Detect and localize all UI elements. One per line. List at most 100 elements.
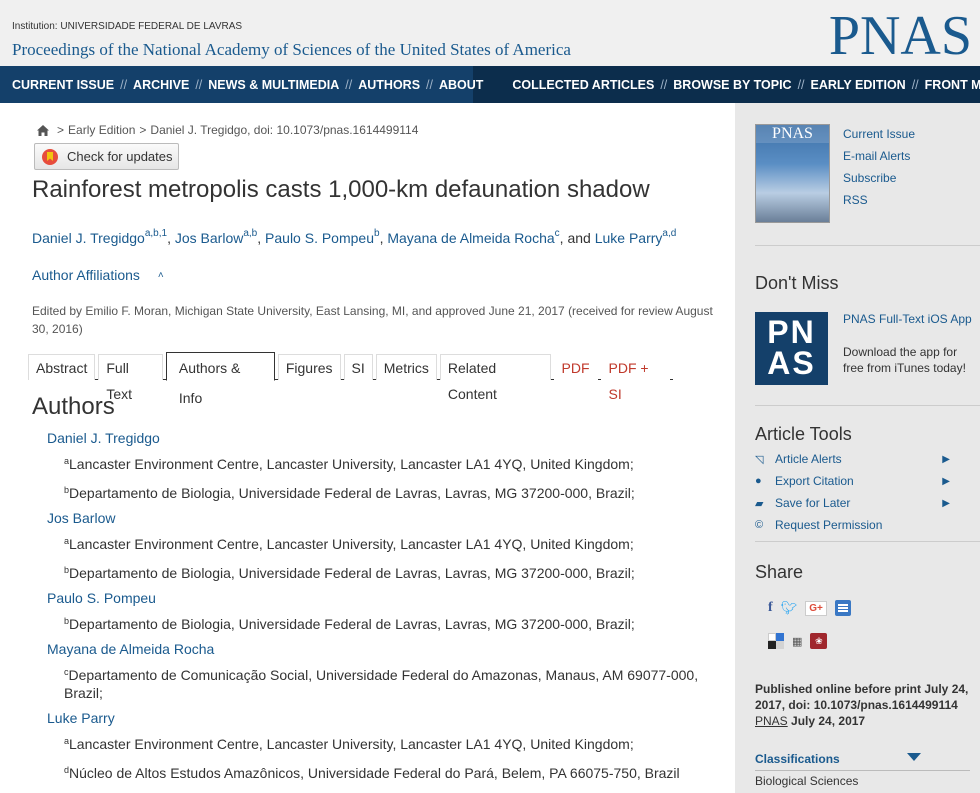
pub-line: Published online before print July 24, 2…: [755, 682, 969, 712]
main-nav: CURRENT ISSUE // ARCHIVE // NEWS & MULTIMEDI…: [0, 66, 980, 103]
tab-full-text[interactable]: Full Text: [98, 354, 163, 402]
nav-item-collected-articles[interactable]: COLLECTED ARTICLES: [512, 78, 654, 92]
tab-metrics[interactable]: Metrics: [375, 354, 437, 380]
tab-authors-info[interactable]: Authors & Info: [165, 352, 275, 406]
delicious-icon[interactable]: [768, 633, 784, 649]
nav-item-news-multimedia[interactable]: NEWS & MULTIMEDIA: [208, 78, 339, 92]
mendeley-icon[interactable]: ❀: [810, 633, 828, 649]
digg-icon[interactable]: ▦: [792, 635, 802, 648]
list-icon[interactable]: [834, 600, 851, 616]
author-link[interactable]: Luke Parry: [595, 230, 663, 246]
tool-article-alerts[interactable]: ◹ Article Alerts ▶: [755, 452, 950, 466]
chevron-down-icon[interactable]: [907, 753, 921, 761]
affiliation-text: Departamento de Biologia, Universidade F…: [69, 565, 635, 581]
author-link[interactable]: Mayana de Almeida Rocha: [387, 230, 554, 246]
tab-figures[interactable]: Figures: [277, 354, 341, 380]
classifications-heading[interactable]: Classifications: [755, 752, 840, 766]
affiliation: bDepartamento de Biologia, Universidade …: [47, 612, 717, 633]
breadcrumb-article: Daniel J. Tregidgo, doi: 10.1073/pnas.16…: [150, 123, 419, 137]
author-link[interactable]: Paulo S. Pompeu: [265, 230, 374, 246]
article-tools-heading: Article Tools: [755, 424, 852, 444]
nav-item-browse-by-topic[interactable]: BROWSE BY TOPIC: [673, 78, 791, 92]
main-content: > Early Edition > Daniel J. Tregidgo, do…: [0, 103, 735, 793]
tool-save-for-later[interactable]: ▰ Save for Later ▶: [755, 496, 950, 510]
affiliation: bDepartamento de Biologia, Universidade …: [47, 561, 717, 582]
chevron-right-icon[interactable]: ▶: [942, 476, 950, 487]
affiliations-label: Author Affiliations: [32, 267, 140, 283]
journal-cover-image[interactable]: PNAS: [755, 124, 830, 223]
google-plus-icon[interactable]: G+: [805, 600, 827, 616]
nav-item-archive[interactable]: ARCHIVE: [133, 78, 189, 92]
tab-abstract[interactable]: Abstract: [28, 354, 96, 380]
edited-by-note: Edited by Emilio F. Moran, Michigan Stat…: [32, 304, 713, 336]
tab-pdf-si[interactable]: PDF + SI: [600, 354, 670, 402]
nav-separator: //: [345, 77, 353, 92]
author-affil-sup[interactable]: a,b: [243, 228, 257, 239]
author-separator: , and: [559, 230, 595, 246]
tool-export-citation[interactable]: ● Export Citation ▶: [755, 474, 950, 488]
journal-links: Current Issue E-mail Alerts Subscribe RS…: [843, 123, 915, 211]
author-name-link[interactable]: Jos Barlow: [47, 510, 717, 532]
pnas-app-link[interactable]: PNAS Full-Text iOS App: [843, 311, 973, 327]
link-current-issue[interactable]: Current Issue: [843, 123, 915, 145]
author-name-link[interactable]: Paulo S. Pompeu: [47, 590, 717, 612]
nav-item-about[interactable]: ABOUT: [439, 78, 483, 92]
author-name-link[interactable]: Mayana de Almeida Rocha: [47, 641, 717, 663]
author-link[interactable]: Jos Barlow: [175, 230, 243, 246]
nav-separator: //: [120, 77, 128, 92]
pnas-logo[interactable]: PNAS: [829, 8, 972, 64]
check-for-updates-label: Check for updates: [67, 149, 173, 164]
affiliation-text: Núcleo de Altos Estudos Amazônicos, Univ…: [69, 765, 680, 781]
breadcrumb-early-edition[interactable]: Early Edition: [68, 123, 135, 137]
author-affil-sup[interactable]: a,b,1: [145, 228, 167, 239]
author-link[interactable]: Daniel J. Tregidgo: [32, 230, 145, 246]
link-subscribe[interactable]: Subscribe: [843, 167, 915, 189]
pnas-app-description: Download the app for free from iTunes to…: [843, 345, 966, 375]
share-heading: Share: [755, 562, 804, 582]
author-name-link[interactable]: Luke Parry: [47, 710, 717, 732]
nav-separator: //: [797, 77, 805, 92]
facebook-icon[interactable]: f: [768, 600, 773, 616]
article-title: Rainforest metropolis casts 1,000-km def…: [32, 176, 650, 203]
tool-request-permission[interactable]: © Request Permission: [755, 518, 950, 532]
site-title[interactable]: Proceedings of the National Academy of S…: [12, 40, 571, 60]
tab-related-content[interactable]: Related Content: [439, 354, 551, 402]
link-rss[interactable]: RSS: [843, 189, 915, 211]
affiliation: aLancaster Environment Centre, Lancaster…: [47, 732, 717, 753]
dont-miss-heading: Don't Miss: [755, 273, 839, 293]
nav-separator: //: [660, 77, 668, 92]
home-icon[interactable]: [37, 124, 49, 136]
institution-label: Institution: UNIVERSIDADE FEDERAL DE LAV…: [12, 21, 243, 32]
copyright-icon: ©: [755, 519, 764, 531]
affiliation-text: Departamento de Biologia, Universidade F…: [69, 485, 635, 501]
tab-si[interactable]: SI: [343, 354, 373, 380]
authors-heading: Authors: [32, 393, 115, 420]
nav-item-current-issue[interactable]: CURRENT ISSUE: [12, 78, 114, 92]
author-affil-sup[interactable]: a,d: [662, 228, 676, 239]
author-affiliations-toggle[interactable]: Author Affiliations ˄: [32, 267, 164, 283]
chevron-right-icon[interactable]: ▶: [942, 498, 950, 509]
author-name-link[interactable]: Daniel J. Tregidgo: [47, 430, 717, 452]
pnas-app-logo[interactable]: PN AS: [755, 312, 828, 385]
divider: [755, 541, 980, 542]
site-header: Institution: UNIVERSIDADE FEDERAL DE LAV…: [0, 0, 980, 66]
tool-label: Save for Later: [775, 496, 851, 510]
affiliation: aLancaster Environment Centre, Lancaster…: [47, 452, 717, 473]
check-for-updates-button[interactable]: Check for updates: [34, 143, 179, 170]
breadcrumb-sep: >: [57, 123, 65, 137]
nav-item-authors[interactable]: AUTHORS: [358, 78, 420, 92]
breadcrumb: > Early Edition > Daniel J. Tregidgo, do…: [37, 123, 418, 137]
twitter-icon[interactable]: 🐦︎: [781, 600, 798, 616]
share-row-2: ▦ ❀: [768, 633, 835, 649]
tool-label: Export Citation: [775, 474, 854, 488]
tab-pdf[interactable]: PDF: [553, 354, 598, 380]
chevron-right-icon[interactable]: ▶: [942, 454, 950, 465]
nav-separator: //: [195, 77, 203, 92]
nav-item-early-edition[interactable]: EARLY EDITION: [811, 78, 906, 92]
link-email-alerts[interactable]: E-mail Alerts: [843, 145, 915, 167]
nav-item-front-matter[interactable]: FRONT MATTER: [925, 78, 980, 92]
classification-value[interactable]: Biological Sciences: [755, 774, 858, 788]
divider: [755, 405, 980, 406]
rss-icon: ◹: [755, 453, 764, 466]
nav-separator: //: [426, 77, 433, 92]
